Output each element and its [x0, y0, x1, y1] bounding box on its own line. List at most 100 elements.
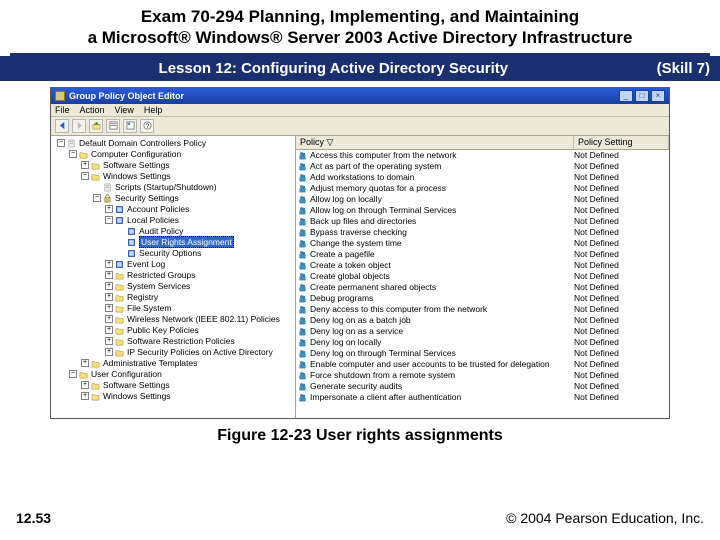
tree-node[interactable]: +IP Security Policies on Active Director…: [51, 347, 295, 358]
list-row[interactable]: Back up files and directoriesNot Defined: [296, 216, 669, 227]
tree-node[interactable]: −Security Settings: [51, 193, 295, 204]
policy-setting: Not Defined: [574, 359, 669, 369]
tree-node[interactable]: +File System: [51, 303, 295, 314]
expand-icon[interactable]: +: [105, 337, 113, 345]
list-row[interactable]: Act as part of the operating systemNot D…: [296, 161, 669, 172]
expand-icon[interactable]: +: [81, 161, 89, 169]
tree-node[interactable]: +Account Policies: [51, 204, 295, 215]
list-row[interactable]: Add workstations to domainNot Defined: [296, 172, 669, 183]
list-row[interactable]: Deny log on through Terminal ServicesNot…: [296, 348, 669, 359]
list-row[interactable]: Create a token objectNot Defined: [296, 260, 669, 271]
tree-spacer: [93, 183, 101, 191]
menu-action[interactable]: Action: [80, 105, 105, 115]
policy-name: Back up files and directories: [310, 216, 574, 226]
expand-icon[interactable]: +: [81, 359, 89, 367]
tree-node[interactable]: +Software Restriction Policies: [51, 336, 295, 347]
tree-label: Software Settings: [103, 380, 170, 390]
col-setting[interactable]: Policy Setting: [574, 136, 669, 149]
collapse-icon[interactable]: −: [69, 370, 77, 378]
collapse-icon[interactable]: −: [57, 139, 65, 147]
policy-icon: [298, 195, 307, 204]
tree-node[interactable]: Audit Policy: [51, 226, 295, 237]
help-button[interactable]: ?: [140, 119, 154, 133]
tree-node[interactable]: +System Services: [51, 281, 295, 292]
maximize-button[interactable]: □: [635, 90, 649, 102]
expand-icon[interactable]: +: [105, 304, 113, 312]
list-row[interactable]: Allow log on through Terminal ServicesNo…: [296, 205, 669, 216]
tree-node[interactable]: +Registry: [51, 292, 295, 303]
expand-icon[interactable]: +: [105, 282, 113, 290]
tree-node[interactable]: +Software Settings: [51, 160, 295, 171]
expand-icon[interactable]: +: [105, 293, 113, 301]
collapse-icon[interactable]: −: [81, 172, 89, 180]
tree-node[interactable]: Security Options: [51, 248, 295, 259]
back-button[interactable]: [55, 119, 69, 133]
tree-node[interactable]: −Default Domain Controllers Policy: [51, 138, 295, 149]
minimize-button[interactable]: _: [619, 90, 633, 102]
list-row[interactable]: Deny log on as a batch jobNot Defined: [296, 315, 669, 326]
tree-node[interactable]: +Administrative Templates: [51, 358, 295, 369]
tree-node[interactable]: −Computer Configuration: [51, 149, 295, 160]
tree-node[interactable]: +Public Key Policies: [51, 325, 295, 336]
list-row[interactable]: Force shutdown from a remote systemNot D…: [296, 370, 669, 381]
tree-node[interactable]: −User Configuration: [51, 369, 295, 380]
list-pane[interactable]: Policy ▽ Policy Setting Access this comp…: [296, 136, 669, 418]
list-row[interactable]: Deny access to this computer from the ne…: [296, 304, 669, 315]
up-button[interactable]: [89, 119, 103, 133]
list-row[interactable]: Deny log on as a serviceNot Defined: [296, 326, 669, 337]
refresh-button[interactable]: [123, 119, 137, 133]
list-row[interactable]: Access this computer from the networkNot…: [296, 150, 669, 161]
tree-node[interactable]: +Wireless Network (IEEE 802.11) Policies: [51, 314, 295, 325]
properties-button[interactable]: [106, 119, 120, 133]
collapse-icon[interactable]: −: [105, 216, 113, 224]
list-row[interactable]: Change the system timeNot Defined: [296, 238, 669, 249]
expand-icon[interactable]: +: [105, 348, 113, 356]
expand-icon[interactable]: +: [81, 381, 89, 389]
policy-setting: Not Defined: [574, 205, 669, 215]
expand-icon[interactable]: +: [105, 315, 113, 323]
policy-icon: [298, 360, 307, 369]
tree-pane[interactable]: −Default Domain Controllers Policy−Compu…: [51, 136, 296, 418]
tree-node[interactable]: User Rights Assignment: [51, 237, 295, 248]
tree-node[interactable]: +Restricted Groups: [51, 270, 295, 281]
list-row[interactable]: Create permanent shared objectsNot Defin…: [296, 282, 669, 293]
close-button[interactable]: ×: [651, 90, 665, 102]
list-row[interactable]: Create global objectsNot Defined: [296, 271, 669, 282]
list-header[interactable]: Policy ▽ Policy Setting: [296, 136, 669, 150]
collapse-icon[interactable]: −: [93, 194, 101, 202]
menu-view[interactable]: View: [115, 105, 134, 115]
expand-icon[interactable]: +: [105, 260, 113, 268]
policy-name: Adjust memory quotas for a process: [310, 183, 574, 193]
expand-icon[interactable]: +: [105, 271, 113, 279]
skill-label: (Skill 7): [657, 60, 710, 77]
window-titlebar[interactable]: Group Policy Object Editor _ □ ×: [51, 88, 669, 104]
forward-button[interactable]: [72, 119, 86, 133]
col-policy[interactable]: Policy ▽: [296, 136, 574, 149]
menu-file[interactable]: File: [55, 105, 70, 115]
tree-node[interactable]: + Software Settings: [51, 380, 295, 391]
tree-node[interactable]: −Local Policies: [51, 215, 295, 226]
list-row[interactable]: Deny log on locallyNot Defined: [296, 337, 669, 348]
list-row[interactable]: Create a pagefileNot Defined: [296, 249, 669, 260]
list-row[interactable]: Adjust memory quotas for a processNot De…: [296, 183, 669, 194]
tree-node[interactable]: +Event Log: [51, 259, 295, 270]
tree-label: Windows Settings: [103, 391, 171, 401]
policy-name: Deny log on as a batch job: [310, 315, 574, 325]
list-row[interactable]: Bypass traverse checkingNot Defined: [296, 227, 669, 238]
expand-icon[interactable]: +: [105, 205, 113, 213]
policy-icon: [298, 382, 307, 391]
tree-node[interactable]: −Windows Settings: [51, 171, 295, 182]
expand-icon[interactable]: +: [81, 392, 89, 400]
folder-icon: [115, 282, 124, 291]
list-row[interactable]: Allow log on locallyNot Defined: [296, 194, 669, 205]
tree-node[interactable]: + Windows Settings: [51, 391, 295, 402]
menu-help[interactable]: Help: [144, 105, 163, 115]
list-row[interactable]: Debug programsNot Defined: [296, 293, 669, 304]
list-row[interactable]: Enable computer and user accounts to be …: [296, 359, 669, 370]
collapse-icon[interactable]: −: [69, 150, 77, 158]
tree-node[interactable]: Scripts (Startup/Shutdown): [51, 182, 295, 193]
list-row[interactable]: Impersonate a client after authenticatio…: [296, 392, 669, 403]
list-row[interactable]: Generate security auditsNot Defined: [296, 381, 669, 392]
policy-setting: Not Defined: [574, 381, 669, 391]
expand-icon[interactable]: +: [105, 326, 113, 334]
